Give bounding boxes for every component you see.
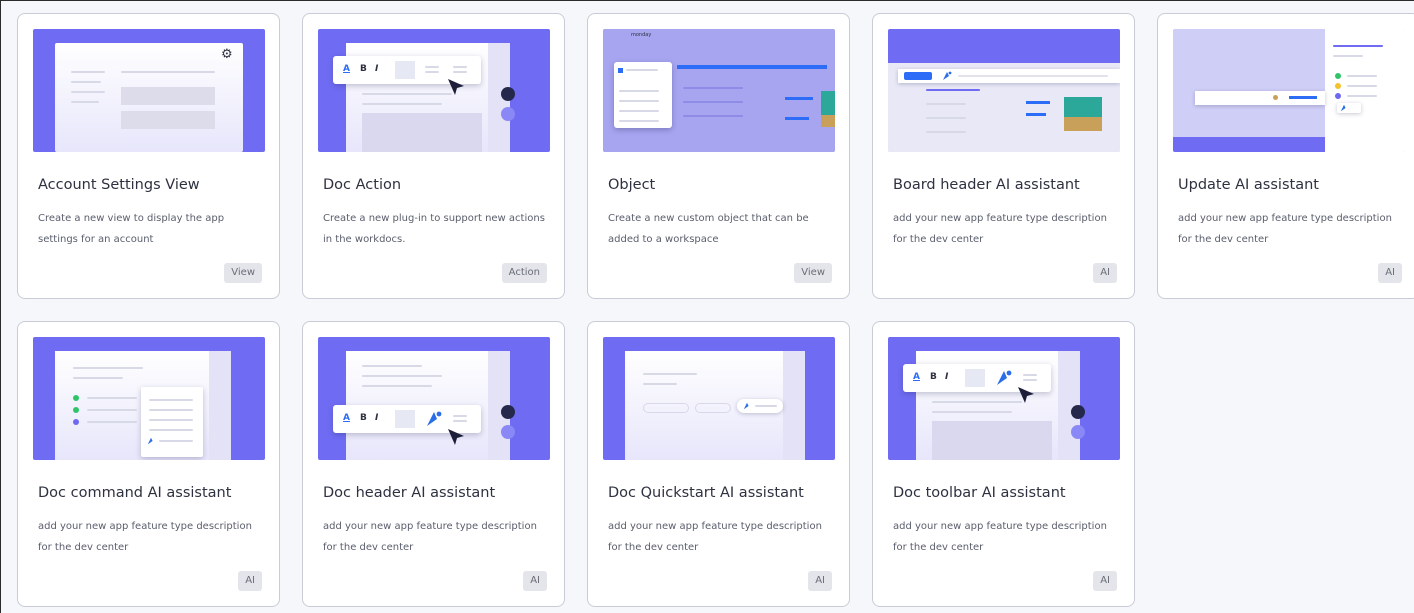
- feature-card-update-ai-assistant[interactable]: Update AI assistant add your new app fea…: [1157, 13, 1414, 299]
- card-description: Create a new view to display the app set…: [38, 213, 225, 245]
- feature-card-doc-command-ai-assistant[interactable]: Doc command AI assistant add your new ap…: [17, 321, 280, 607]
- feature-card-account-settings-view[interactable]: ⚙ Account Settings View Create a new vie…: [17, 13, 280, 299]
- card-description: add your new app feature type descriptio…: [323, 521, 537, 553]
- card-title: Update AI assistant: [1178, 177, 1319, 193]
- avatar: [501, 107, 515, 121]
- feature-card-grid: ⚙ Account Settings View Create a new vie…: [17, 13, 1414, 607]
- cursor-icon: [448, 429, 464, 445]
- feature-card-doc-toolbar-ai-assistant[interactable]: A B I Doc toolbar AI assistant add your …: [872, 321, 1135, 607]
- feature-card-board-header-ai-assistant[interactable]: Board header AI assistant add your new a…: [872, 13, 1135, 299]
- card-title: Object: [608, 177, 656, 193]
- feature-type-badge: AI: [1093, 571, 1117, 591]
- feature-card-object[interactable]: monday Object Create a new custom object…: [587, 13, 850, 299]
- update-thumbnail: [1173, 29, 1405, 152]
- ai-icon: [943, 71, 952, 80]
- feature-card-doc-header-ai-assistant[interactable]: A B I Doc header AI assistant add your n…: [302, 321, 565, 607]
- command-menu: [141, 387, 203, 457]
- avatar: [501, 405, 515, 419]
- feature-type-badge: AI: [523, 571, 547, 591]
- ai-icon: [743, 402, 749, 410]
- gear-icon: ⚙: [221, 47, 233, 62]
- card-title: Doc Quickstart AI assistant: [608, 485, 804, 501]
- feature-type-badge: AI: [238, 571, 262, 591]
- card-description: add your new app feature type descriptio…: [608, 521, 822, 553]
- update-panel: [1325, 29, 1405, 152]
- card-description: add your new app feature type descriptio…: [38, 521, 252, 553]
- card-description: add your new app feature type descriptio…: [893, 213, 1107, 245]
- avatar: [1071, 425, 1085, 439]
- doc-command-thumbnail: [33, 337, 265, 460]
- cursor-icon: [448, 79, 464, 95]
- feature-type-badge: View: [224, 263, 262, 283]
- card-title: Account Settings View: [38, 177, 200, 193]
- ai-icon: [147, 437, 153, 445]
- card-description: Create a new custom object that can be a…: [608, 213, 809, 245]
- feature-card-doc-quickstart-ai-assistant[interactable]: Doc Quickstart AI assistant add your new…: [587, 321, 850, 607]
- account-settings-thumbnail: ⚙: [33, 29, 265, 152]
- feature-card-doc-action[interactable]: A B I Doc Action Create a new plug-in to…: [302, 13, 565, 299]
- update-input-bar: [1195, 91, 1325, 105]
- brand-label: monday: [631, 32, 652, 38]
- card-title: Doc command AI assistant: [38, 485, 232, 501]
- quickstart-chip: [737, 399, 783, 413]
- avatar: [501, 425, 515, 439]
- object-menu-popup: [614, 62, 672, 128]
- feature-type-badge: AI: [808, 571, 832, 591]
- avatar: [1071, 405, 1085, 419]
- card-title: Board header AI assistant: [893, 177, 1080, 193]
- feature-type-badge: View: [794, 263, 832, 283]
- card-description: add your new app feature type descriptio…: [1178, 213, 1392, 245]
- ai-icon: [997, 370, 1012, 385]
- feature-type-badge: Action: [501, 263, 547, 283]
- card-title: Doc Action: [323, 177, 402, 193]
- doc-action-thumbnail: A B I: [318, 29, 550, 152]
- ai-icon: [427, 411, 442, 426]
- board-header-thumbnail: [888, 29, 1120, 152]
- card-description: Create a new plug-in to support new acti…: [323, 213, 545, 245]
- feature-type-badge: AI: [1093, 263, 1117, 283]
- board-header-toolbar: [898, 69, 1120, 83]
- card-title: Doc toolbar AI assistant: [893, 485, 1066, 501]
- card-description: add your new app feature type descriptio…: [893, 521, 1107, 553]
- app-feature-gallery: ⚙ Account Settings View Create a new vie…: [0, 0, 1414, 613]
- doc-toolbar-thumbnail: A B I: [888, 337, 1120, 460]
- card-title: Doc header AI assistant: [323, 485, 496, 501]
- doc-header-thumbnail: A B I: [318, 337, 550, 460]
- object-thumbnail: monday: [603, 29, 835, 152]
- avatar: [501, 87, 515, 101]
- feature-type-badge: AI: [1378, 263, 1402, 283]
- doc-quickstart-thumbnail: [603, 337, 835, 460]
- cursor-icon: [1018, 387, 1034, 403]
- ai-icon: [1340, 104, 1346, 112]
